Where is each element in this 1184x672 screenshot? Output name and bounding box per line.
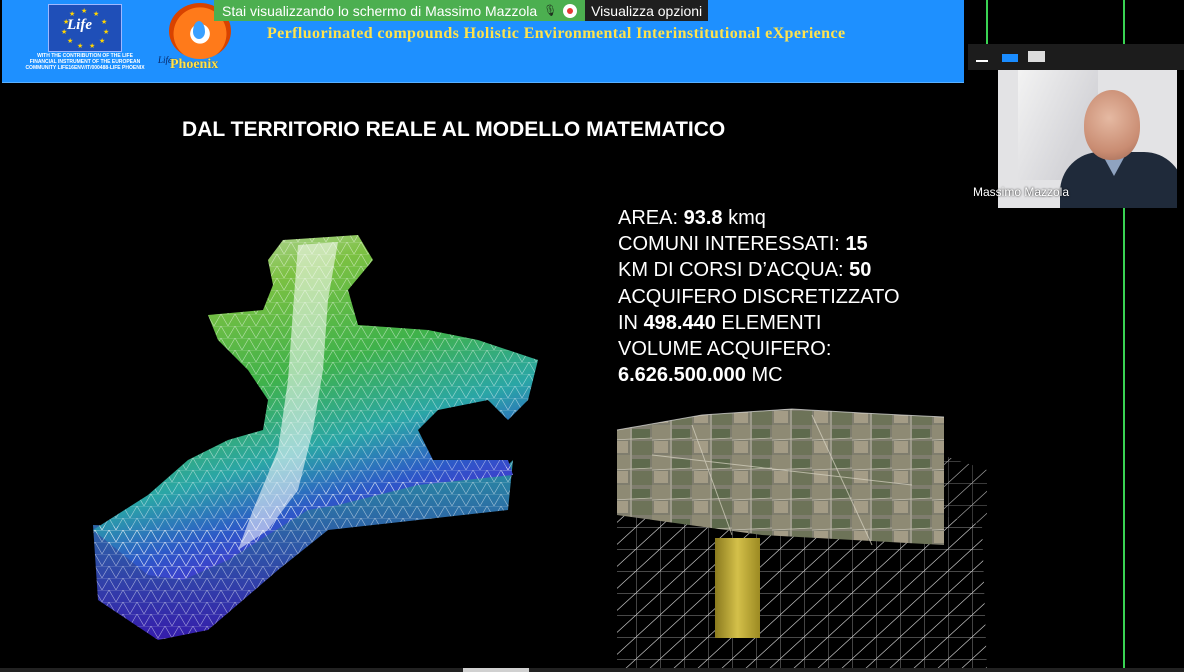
aquifer-3d-model-image [616, 408, 987, 672]
bottom-toolbar-tab[interactable] [463, 668, 529, 672]
slide-title: DAL TERRITORIO REALE AL MODELLO MATEMATI… [182, 118, 726, 141]
gallery-view-icon[interactable] [1028, 51, 1045, 62]
eu-logo-text: Life [67, 17, 92, 33]
participant-name: Massimo Mazzola [973, 185, 1070, 199]
fact-volume-label: VOLUME ACQUIFERO: [618, 338, 832, 361]
screen-share-bar: Stai visualizzando lo schermo di Massimo… [214, 0, 709, 21]
project-subtitle: Perfluorinated compounds Holistic Enviro… [267, 25, 846, 42]
fact-acquifero: ACQUIFERO DISCRETIZZATO [618, 285, 900, 308]
video-panel-controls [968, 44, 1184, 70]
finite-element-mesh-image [93, 235, 538, 640]
view-options-button[interactable]: Visualizza opzioni [585, 0, 709, 21]
fact-comuni: COMUNI INTERESSATI: 15 [618, 233, 868, 256]
participant-face [1084, 90, 1140, 160]
speaker-view-icon[interactable] [1002, 54, 1018, 62]
minimize-icon[interactable] [976, 60, 988, 62]
mic-muted-icon: 🎙 [543, 5, 558, 17]
eu-flag-icon: ★ ★ ★ ★ ★ ★ ★ ★ ★ ★ ★ Life [48, 4, 122, 52]
fact-elementi: IN 498.440 ELEMENTI [618, 311, 822, 334]
share-status-text: Stai visualizzando lo schermo di Massimo… [222, 2, 538, 19]
recording-icon [563, 3, 578, 18]
fact-area: AREA: 93.8 kmq [618, 207, 766, 229]
bottom-toolbar-strip [0, 668, 1184, 672]
active-speaker-border [986, 0, 988, 44]
eu-caption: WITH THE CONTRIBUTION OF THE LIFE FINANC… [25, 53, 145, 71]
share-status: Stai visualizzando lo schermo di Massimo… [214, 0, 586, 21]
phoenix-text: Phoenix [170, 57, 219, 72]
fact-volume: 6.626.500.000 MC [618, 364, 783, 387]
model-facts: AREA: 93.8 kmq COMUNI INTERESSATI: 15 KM… [618, 205, 900, 388]
fact-km: KM DI CORSI D’ACQUA: 50 [618, 259, 872, 282]
